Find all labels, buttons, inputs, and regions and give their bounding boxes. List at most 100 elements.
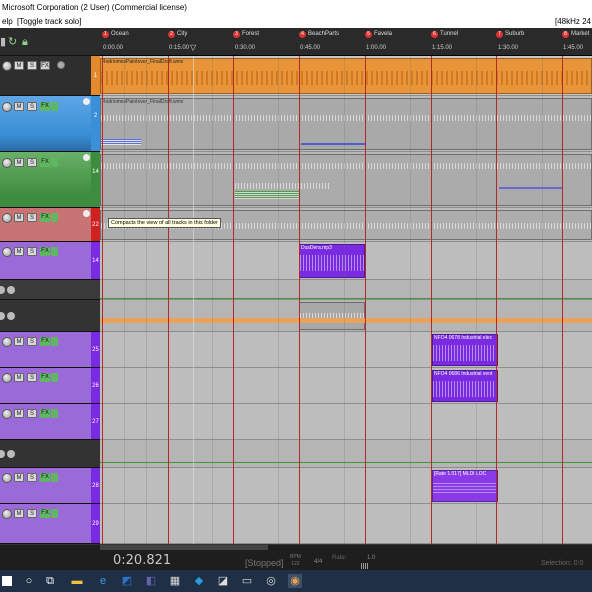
io-button[interactable] [51, 247, 58, 256]
orange-automation-band[interactable] [100, 318, 592, 323]
solo-button[interactable]: S [27, 158, 37, 167]
track-26[interactable]: M S FX 26 [0, 368, 100, 404]
record-arm-icon[interactable] [57, 61, 65, 69]
track-22-folder[interactable]: M S FX 22 [0, 208, 100, 242]
solo-button[interactable]: S [27, 373, 37, 382]
lane-collapsed[interactable] [100, 440, 592, 468]
start-button-icon[interactable] [2, 576, 12, 586]
io-button[interactable] [51, 337, 58, 346]
marker-tunnel[interactable]: 6 Tunnel [431, 31, 458, 41]
folder-compact-icon[interactable] [83, 210, 90, 217]
collapsed-track-row[interactable] [0, 280, 100, 300]
io-button[interactable] [51, 509, 58, 518]
io-button[interactable] [51, 102, 58, 111]
mute-button[interactable]: M [14, 158, 24, 167]
volume-knob[interactable] [0, 449, 5, 458]
volume-knob[interactable] [2, 102, 12, 112]
volume-knob[interactable] [2, 213, 12, 223]
track-1[interactable]: M S FX 1 [0, 56, 100, 96]
lane-track-26[interactable] [100, 368, 592, 404]
marker-suburb[interactable]: 7 Suburb [496, 31, 524, 41]
folder-toggle-icon[interactable] [83, 154, 90, 161]
marker-city[interactable]: 2 City [168, 31, 187, 41]
loop-icon[interactable]: ↻ [8, 36, 18, 48]
solo-button[interactable]: S [27, 509, 37, 518]
mute-button[interactable]: M [14, 509, 24, 518]
track-27[interactable]: M S FX 27 [0, 404, 100, 440]
audio-item[interactable] [299, 302, 365, 330]
mute-button[interactable]: M [14, 61, 24, 70]
solo-button[interactable]: S [27, 213, 37, 222]
calendar-icon[interactable]: ▦ [168, 574, 182, 588]
fx-button[interactable]: FX [40, 373, 50, 382]
audio-item-nfo-2[interactable]: NFO4 0686 Industrial vent [432, 370, 498, 402]
fx-button[interactable]: FX [40, 473, 50, 482]
rate-slider[interactable] [361, 563, 369, 569]
volume-knob[interactable] [2, 337, 12, 347]
fx-button[interactable]: FX [40, 247, 50, 256]
pan-knob[interactable] [7, 311, 15, 320]
marker-market[interactable]: 8 Market [562, 31, 589, 41]
marker-ocean[interactable]: 1 Ocean [102, 31, 129, 41]
lane-track-25[interactable] [100, 332, 592, 368]
menu-help[interactable]: elp [2, 16, 13, 28]
io-button[interactable] [51, 158, 58, 167]
audio-device-status[interactable]: [48kHz 24 [555, 16, 592, 28]
volume-knob[interactable] [0, 285, 5, 294]
teams-icon[interactable]: ◧ [144, 574, 158, 588]
rate-value[interactable]: 1.0 [367, 555, 375, 561]
lane-track-29[interactable] [100, 504, 592, 544]
lock-icon[interactable]: 🔒︎ [22, 36, 32, 48]
audio-item-dusdera[interactable]: DusDera.mp3 [299, 244, 365, 278]
lane-collapsed[interactable] [100, 280, 592, 300]
marker-favela[interactable]: 5 Favela [365, 31, 392, 41]
audio-item-nfo-1[interactable]: NFO4 0678 Industrial elec [432, 334, 498, 366]
midi-item[interactable]: [Rate 1.017] MLDI LOC [432, 470, 498, 502]
io-button[interactable] [51, 409, 58, 418]
volume-knob[interactable] [2, 61, 12, 71]
fx-button[interactable]: FX [40, 102, 50, 111]
volume-knob[interactable] [2, 473, 12, 483]
fx-button[interactable]: FX [40, 337, 50, 346]
task-view-icon[interactable]: ⧉ [43, 574, 57, 588]
io-button[interactable] [51, 373, 58, 382]
lane-track-28[interactable] [100, 468, 592, 504]
app-icon[interactable]: ◎ [264, 574, 278, 588]
track-29[interactable]: M S FX 29 [0, 504, 100, 544]
track-2-folder[interactable]: M S FX 2 [0, 96, 100, 152]
folder-toggle-icon[interactable] [83, 98, 90, 105]
track-14-purple[interactable]: M S FX 14 [0, 242, 100, 280]
volume-knob[interactable] [2, 247, 12, 257]
time-signature[interactable]: 4/4 [314, 559, 322, 565]
mute-button[interactable]: M [14, 409, 24, 418]
audio-item[interactable] [100, 154, 592, 206]
lane-track-27[interactable] [100, 404, 592, 440]
horizontal-scrollbar[interactable] [100, 545, 268, 550]
bpm-display[interactable]: BPM 122 [290, 554, 301, 568]
marker-beachparts[interactable]: 4 BeachParts [299, 31, 339, 41]
solo-button[interactable]: S [27, 473, 37, 482]
envelope-line[interactable] [100, 298, 592, 299]
outlook-icon[interactable]: ◩ [120, 574, 134, 588]
solo-button[interactable]: S [27, 337, 37, 346]
volume-knob[interactable] [2, 158, 12, 168]
solo-button[interactable]: S [27, 409, 37, 418]
fx-button[interactable]: FX [40, 158, 50, 167]
fx-button[interactable]: FX [40, 61, 50, 70]
transport-time[interactable]: 0:20.821 [113, 553, 171, 568]
file-explorer-icon[interactable]: ▬ [70, 574, 84, 588]
io-button[interactable] [51, 213, 58, 222]
volume-knob[interactable] [2, 409, 12, 419]
audio-item[interactable]: RodriomesPaintover_FinalDraft.wmv [100, 98, 592, 150]
app-icon[interactable]: ◪ [216, 574, 230, 588]
solo-button[interactable]: S [27, 102, 37, 111]
mute-button[interactable]: M [14, 213, 24, 222]
pan-knob[interactable] [7, 449, 15, 458]
edge-icon[interactable]: e [96, 574, 110, 588]
mute-button[interactable]: M [14, 373, 24, 382]
envelope-line[interactable] [100, 462, 592, 463]
volume-knob[interactable] [2, 373, 12, 383]
mute-button[interactable]: M [14, 102, 24, 111]
arrange-view[interactable]: 1 Ocean 2 City 3 Forest 4 BeachParts 5 Favela… [100, 28, 592, 544]
fx-button[interactable]: FX [40, 409, 50, 418]
